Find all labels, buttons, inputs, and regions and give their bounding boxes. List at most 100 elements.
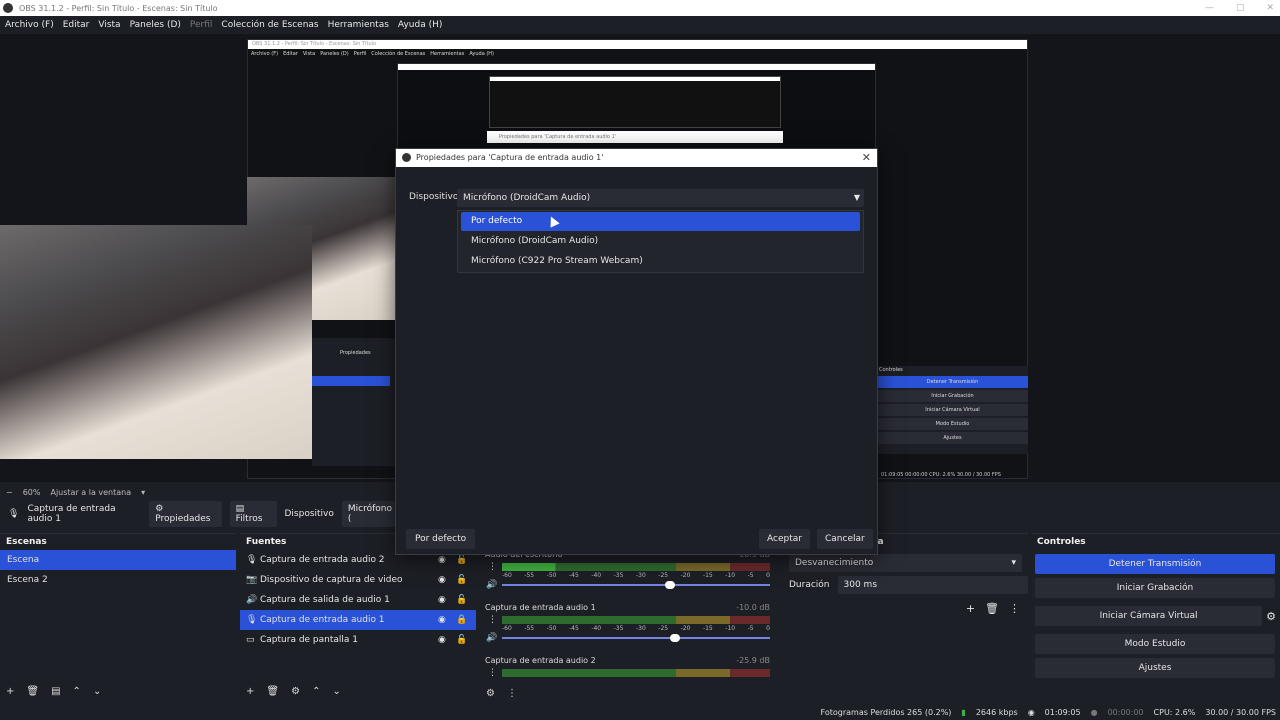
- nested-control: Iniciar Grabación: [877, 390, 1028, 402]
- stop-stream-button[interactable]: Detener Transmisión: [1035, 554, 1275, 574]
- window-title: OBS 31.1.2 - Perfil: Sin Título - Escena…: [19, 3, 218, 13]
- properties-dialog: Propiedades para 'Captura de entrada aud…: [395, 148, 878, 555]
- menu-help[interactable]: Ayuda (H): [398, 20, 442, 30]
- nested-menu-item: Editar: [283, 51, 298, 57]
- cancel-button[interactable]: Cancelar: [817, 529, 873, 549]
- eye-icon[interactable]: ◉: [438, 570, 446, 590]
- source-toolbar: 🎙 Captura de entrada audio 1 ⚙ Propiedad…: [0, 501, 401, 527]
- eye-icon[interactable]: ◉: [438, 630, 446, 650]
- cpu-usage: CPU: 2.6%: [1153, 707, 1196, 717]
- nested-menu: Archivo (F) Editar Vista Paneles (D) Per…: [248, 49, 1027, 59]
- zoom-out-icon[interactable]: −: [6, 488, 13, 497]
- menu-profile[interactable]: Perfil: [190, 20, 213, 30]
- menu-file[interactable]: Archivo (F): [5, 20, 54, 30]
- record-time: 00:00:00: [1107, 707, 1144, 717]
- trash-icon[interactable]: 🗑: [266, 686, 279, 697]
- transition-select[interactable]: Desvanecimiento ▾: [789, 554, 1022, 572]
- volume-slider[interactable]: [502, 634, 770, 642]
- device-option[interactable]: Micrófono (C922 Pro Stream Webcam): [461, 252, 860, 271]
- duration-input[interactable]: 300 ms: [837, 576, 1028, 594]
- device-option[interactable]: Micrófono (DroidCam Audio): [461, 232, 860, 251]
- trash-icon[interactable]: 🗑: [985, 602, 999, 615]
- filter-icon[interactable]: ▤: [51, 686, 60, 697]
- source-item[interactable]: 🎙 Captura de entrada audio 1 ◉ 🔒: [240, 610, 476, 630]
- slider-knob[interactable]: [670, 634, 680, 642]
- nested-menu-item: Vista: [302, 51, 316, 57]
- more-icon[interactable]: ⋮: [488, 615, 497, 625]
- start-virtual-camera-button[interactable]: Iniciar Cámara Virtual: [1035, 606, 1263, 626]
- scenes-header: Escenas: [6, 537, 47, 547]
- arrow-up-icon[interactable]: ⌃: [312, 686, 320, 697]
- scale-tick: -15: [702, 625, 713, 632]
- menu-view[interactable]: Vista: [98, 20, 120, 30]
- microphone-icon: 🎙: [246, 615, 258, 625]
- gear-icon[interactable]: ⚙: [291, 686, 300, 697]
- device-option[interactable]: Por defecto: [461, 212, 860, 231]
- menu-tools[interactable]: Herramientas: [328, 20, 389, 30]
- chevron-down-icon[interactable]: ▾: [141, 488, 145, 497]
- more-icon[interactable]: ⋮: [488, 668, 497, 678]
- scale-tick: -20: [680, 625, 691, 632]
- sources-dock: Fuentes 🎙 Captura de entrada audio 2 ◉ 🔓…: [240, 533, 476, 701]
- menu-scene-collection[interactable]: Colección de Escenas: [221, 20, 318, 30]
- eye-icon[interactable]: ◉: [438, 590, 446, 610]
- more-icon[interactable]: ⋮: [1009, 602, 1020, 615]
- lock-icon[interactable]: 🔓: [456, 570, 467, 590]
- scene-item[interactable]: Escena: [0, 550, 236, 570]
- add-icon[interactable]: +: [246, 686, 254, 697]
- scene-item[interactable]: Escena 2: [0, 570, 236, 590]
- start-recording-button[interactable]: Iniciar Grabación: [1035, 578, 1275, 598]
- volume-meter: [502, 669, 770, 677]
- ok-button[interactable]: Aceptar: [759, 529, 810, 549]
- maximize-icon[interactable]: ▢: [1236, 0, 1245, 16]
- filters-button[interactable]: ▤ Filtros: [229, 501, 277, 527]
- source-item[interactable]: 🔊 Captura de salida de audio 1 ◉ 🔓: [240, 590, 476, 610]
- menu-docks[interactable]: Paneles (D): [130, 20, 181, 30]
- scale-tick: -25: [658, 625, 669, 632]
- defaults-button[interactable]: Por defecto: [406, 529, 476, 549]
- arrow-up-icon[interactable]: ⌃: [73, 686, 81, 697]
- menu-edit[interactable]: Editar: [63, 20, 90, 30]
- close-icon[interactable]: ✕: [862, 149, 871, 167]
- gear-icon[interactable]: ⚙: [1266, 610, 1280, 623]
- device-dropdown-list: Por defecto Micrófono (DroidCam Audio) M…: [457, 210, 864, 273]
- scale-tick: -35: [613, 572, 624, 579]
- lock-icon[interactable]: 🔒: [456, 610, 467, 630]
- arrow-down-icon[interactable]: ⌄: [332, 686, 340, 697]
- audio-mixer: Audio del escritorio -10.9 dB ⋮ -60-55-5…: [480, 550, 780, 701]
- slider-knob[interactable]: [665, 581, 675, 589]
- lock-icon[interactable]: 🔓: [456, 590, 467, 610]
- scale-tick: -5: [747, 625, 754, 632]
- add-icon[interactable]: +: [966, 602, 975, 615]
- speaker-icon[interactable]: 🔊: [486, 580, 497, 590]
- zoom-bar: − 60% Ajustar a la ventana ▾: [0, 484, 400, 500]
- studio-mode-button[interactable]: Modo Estudio: [1035, 634, 1275, 654]
- trash-icon[interactable]: 🗑: [26, 686, 39, 697]
- speaker-icon[interactable]: 🔊: [486, 633, 497, 643]
- eye-icon[interactable]: ◉: [438, 610, 446, 630]
- nested-menu-item: Archivo (F): [251, 51, 279, 57]
- source-label: Captura de entrada audio 1: [260, 615, 385, 625]
- device-select[interactable]: Micrófono (DroidCam Audio) ▼: [457, 189, 864, 207]
- properties-button[interactable]: ⚙ Propiedades: [149, 501, 222, 527]
- add-icon[interactable]: +: [6, 686, 14, 697]
- lock-icon[interactable]: 🔓: [456, 630, 467, 650]
- source-item[interactable]: ▭ Captura de pantalla 1 ◉ 🔓: [240, 630, 476, 650]
- close-window-icon[interactable]: ✕: [1266, 0, 1274, 16]
- more-icon[interactable]: ⋮: [488, 562, 497, 572]
- source-label: Dispositivo de captura de video: [260, 575, 403, 585]
- scale-tick: -20: [680, 572, 691, 579]
- fit-to-window[interactable]: Ajustar a la ventana: [50, 488, 131, 497]
- gear-icon[interactable]: ⚙: [486, 688, 495, 699]
- source-item[interactable]: 📷 Dispositivo de captura de video ◉ 🔓: [240, 570, 476, 590]
- minimize-icon[interactable]: —: [1205, 0, 1214, 16]
- nested-menu-item: Herramientas: [430, 51, 465, 57]
- volume-slider[interactable]: [502, 581, 770, 589]
- device-selected-value: Micrófono (DroidCam Audio): [463, 193, 591, 203]
- settings-button[interactable]: Ajustes: [1035, 658, 1275, 678]
- volume-meter: [502, 563, 770, 571]
- device-select[interactable]: Micrófono (: [341, 501, 401, 527]
- arrow-down-icon[interactable]: ⌄: [93, 686, 101, 697]
- controls-dock: Controles Detener Transmisión Iniciar Gr…: [1031, 533, 1280, 701]
- more-icon[interactable]: ⋮: [507, 688, 517, 699]
